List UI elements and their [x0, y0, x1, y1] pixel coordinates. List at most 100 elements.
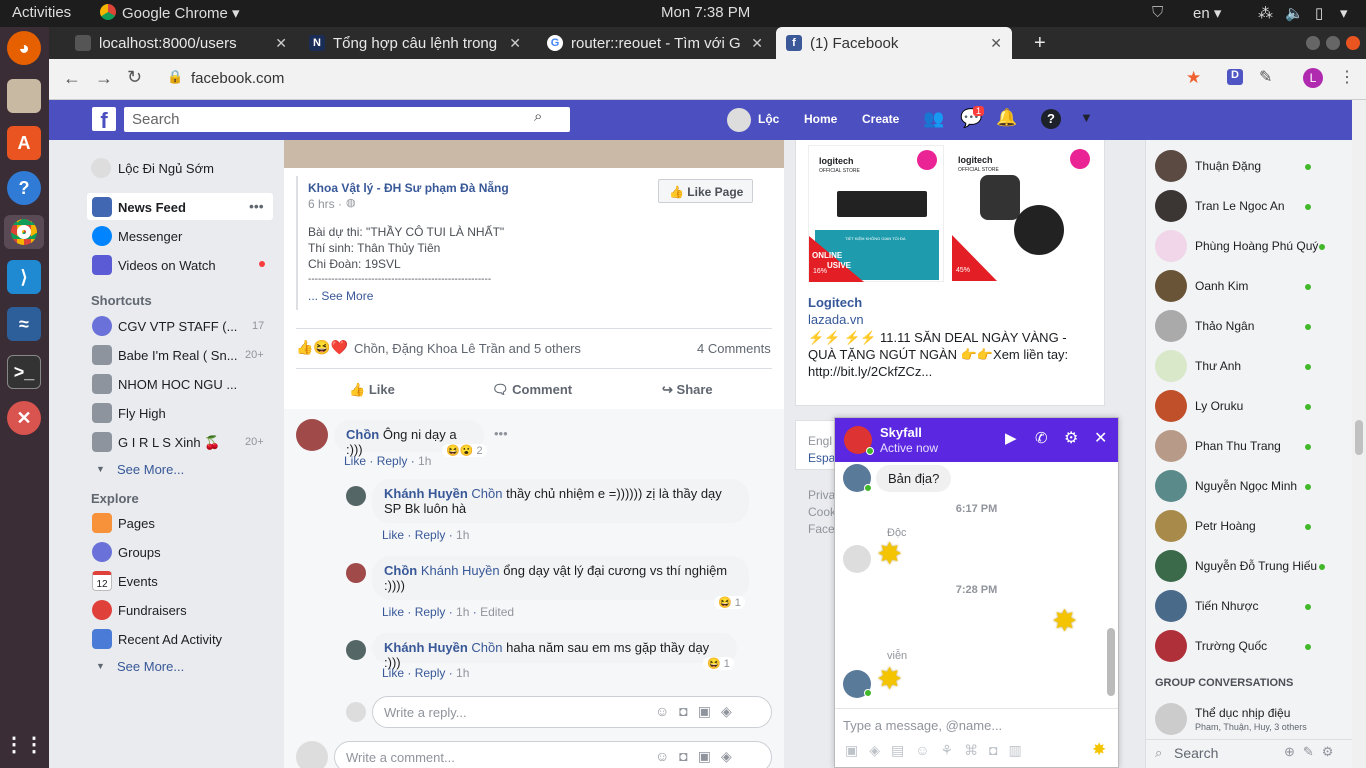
show-apps-icon[interactable]: ⋮⋮	[4, 727, 44, 761]
comment-like-link[interactable]: Like	[382, 605, 404, 619]
star-icon[interactable]: ★	[1186, 68, 1201, 88]
sidebar-item-news-feed[interactable]: News Feed	[118, 200, 186, 215]
sidebar-item-fundraisers[interactable]: Fundraisers	[118, 603, 187, 618]
commenter-name[interactable]: Khánh Huyền	[384, 640, 468, 655]
eyedropper-icon[interactable]: ✎	[1259, 67, 1272, 87]
chat-contact[interactable]: Nguyễn Đỗ Trung Hiếu	[1155, 550, 1360, 582]
like-button[interactable]: 👍 Like	[349, 382, 395, 398]
settings-tool-icon[interactable]: ✕	[7, 401, 41, 435]
vscode-icon[interactable]: ⟩	[7, 260, 41, 294]
profile-link[interactable]: Lộc	[758, 112, 779, 126]
composer-icons[interactable]: ☺◘▣◈	[655, 748, 742, 765]
see-more-explore[interactable]: See More...	[117, 659, 184, 674]
sidebar-item-events[interactable]: Events	[118, 574, 158, 589]
comment-reply-link[interactable]: Reply	[415, 666, 446, 680]
commenter-name[interactable]: Chồn	[346, 427, 379, 442]
comment-like-link[interactable]: Like	[344, 454, 366, 468]
comment-time[interactable]: 1h	[418, 454, 431, 468]
chat-contact[interactable]: Thư Anh	[1155, 350, 1360, 382]
tab-google-search[interactable]: Grouter::reouet - Tìm với G ✕	[537, 27, 773, 59]
battery-icon[interactable]: ▯	[1315, 4, 1323, 22]
composer-icons[interactable]: ▣◈▤☺⚘⌘◘▥	[845, 742, 1033, 759]
shortcut-item[interactable]: G I R L S Xinh 🍒	[118, 435, 220, 451]
volume-icon[interactable]: 🔈	[1285, 4, 1304, 22]
language-link[interactable]: Engl	[808, 434, 832, 448]
chat-contact[interactable]: Phan Thu Trang	[1155, 430, 1360, 462]
composer-icons[interactable]: ☺◘▣◈	[655, 703, 742, 720]
chat-header[interactable]: Skyfall Active now ▶ ✆ ⚙ ✕	[835, 418, 1118, 462]
message-bubble[interactable]: Bản địa?	[876, 465, 952, 492]
more-options-icon[interactable]: •••	[494, 426, 508, 441]
avatar[interactable]	[296, 419, 328, 451]
comment-reply-link[interactable]: Reply	[377, 454, 408, 468]
activities-button[interactable]: Activities	[12, 4, 71, 21]
firefox-icon[interactable]: ◕	[7, 31, 41, 65]
tab-tong-hop[interactable]: N Tổng hợp câu lệnh trong ✕	[299, 27, 531, 59]
tab-facebook[interactable]: f (1) Facebook ✕	[776, 27, 1012, 59]
avatar[interactable]	[346, 640, 366, 660]
ad-domain[interactable]: lazada.vn	[808, 312, 864, 327]
new-tab-button[interactable]: +	[1024, 27, 1054, 59]
see-more-shortcuts[interactable]: See More...	[117, 462, 184, 477]
mysql-workbench-icon[interactable]: ≈	[7, 307, 41, 341]
forward-icon[interactable]: →	[95, 68, 113, 89]
extension-d-icon[interactable]: D	[1227, 69, 1243, 85]
comment-like-link[interactable]: Like	[382, 528, 404, 542]
sidebar-item-pages[interactable]: Pages	[118, 516, 155, 531]
sticker-star-icon[interactable]: ✸	[877, 662, 902, 697]
chat-contact[interactable]: Tiến Nhược	[1155, 590, 1360, 622]
search-input[interactable]: Search ⌕	[124, 107, 570, 132]
sidebar-item-watch[interactable]: Videos on Watch	[118, 258, 216, 273]
footer-link[interactable]: Cook	[808, 505, 836, 519]
see-more-link[interactable]: ... See More	[308, 288, 373, 304]
post-time[interactable]: 6 hrs ·	[308, 196, 342, 212]
create-link[interactable]: Create	[862, 112, 899, 126]
profile-link[interactable]: Lộc Đi Ngủ Sớm	[118, 161, 214, 176]
facebook-logo-icon[interactable]: f	[92, 107, 116, 133]
home-link[interactable]: Home	[804, 112, 837, 126]
footer-link[interactable]: Face	[808, 522, 835, 536]
page-name-link[interactable]: Khoa Vật lý - ĐH Sư phạm Đà Nẵng	[308, 180, 509, 196]
comment-time[interactable]: 1h	[456, 666, 469, 680]
help-icon[interactable]: ?	[1041, 109, 1061, 129]
chat-contact[interactable]: Petr Hoàng	[1155, 510, 1360, 542]
profile-avatar[interactable]: L	[1303, 68, 1323, 88]
network-icon[interactable]: ⁂	[1258, 4, 1273, 22]
reply-input[interactable]: Write a reply... ☺◘▣◈	[372, 696, 772, 728]
scrollbar[interactable]	[1352, 100, 1366, 768]
chat-scrollbar-thumb[interactable]	[1107, 628, 1115, 696]
language-link[interactable]: Espa	[808, 451, 835, 465]
chat-contact[interactable]: Nguyễn Ngọc Minh	[1155, 470, 1360, 502]
tab-localhost[interactable]: localhost:8000/users ✕	[65, 27, 297, 59]
close-icon[interactable]: ✕	[751, 35, 763, 52]
url-field[interactable]: 🔒 facebook.com	[159, 65, 1159, 93]
terminal-icon[interactable]: >_	[7, 355, 41, 389]
reactions-summary[interactable]: Chồn, Đặng Khoa Lê Trần and 5 others	[354, 341, 581, 357]
chat-contact[interactable]: Thuận Đặng	[1155, 150, 1360, 182]
sidebar-item-recent-ad-activity[interactable]: Recent Ad Activity	[118, 632, 222, 647]
footer-link[interactable]: Priva	[808, 488, 835, 502]
video-call-icon[interactable]: ▶	[1005, 429, 1017, 447]
back-icon[interactable]: ←	[63, 68, 81, 89]
reload-icon[interactable]: ↻	[127, 67, 142, 88]
comment-time[interactable]: 1h	[456, 605, 469, 619]
comment-button[interactable]: 🗨 Comment	[492, 382, 572, 398]
ad-text[interactable]: ⚡⚡ ⚡⚡ 11.11 SĂN DEAL NGÀY VÀNG - QUÀ TẶN…	[808, 329, 1078, 380]
chat-title[interactable]: Skyfall	[880, 425, 922, 440]
phone-icon[interactable]: ✆	[1035, 429, 1048, 447]
chat-contact[interactable]: Thảo Ngân	[1155, 310, 1360, 342]
system-menu-icon[interactable]: ▾	[1340, 4, 1348, 22]
clock[interactable]: Mon 7:38 PM	[661, 4, 750, 21]
comment-reply-link[interactable]: Reply	[415, 528, 446, 542]
ad-brand-link[interactable]: Logitech	[808, 295, 862, 310]
settings-icon[interactable]: ⚙	[1064, 428, 1078, 448]
sticker-star-icon[interactable]: ✸	[877, 537, 902, 572]
share-button[interactable]: ↪ Share	[662, 382, 713, 398]
comment-time[interactable]: 1h	[456, 528, 469, 542]
mention-link[interactable]: Chồn	[471, 486, 502, 501]
window-close-button[interactable]	[1346, 36, 1360, 50]
chat-contact[interactable]: Phùng Hoàng Phú Quý	[1155, 230, 1360, 262]
notifications-icon[interactable]: 🔔	[996, 108, 1017, 128]
message-input[interactable]: Type a message, @name...	[843, 718, 1002, 733]
close-icon[interactable]: ✕	[1094, 428, 1107, 448]
